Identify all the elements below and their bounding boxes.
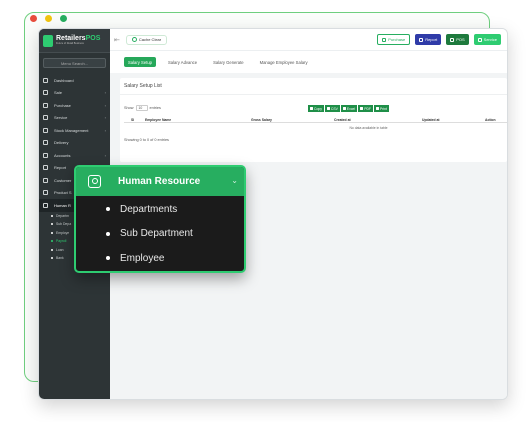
export-buttons: Copy CSV Excel PDF Print — [308, 105, 389, 112]
bullet-icon — [51, 231, 53, 234]
chevron-down-icon[interactable]: ⌄ — [231, 176, 238, 185]
pagination-info: Showing 0 to 0 of 0 entries — [124, 138, 169, 142]
human-resource-header[interactable]: Human Resource ⌄ — [76, 167, 244, 196]
service-button[interactable]: Service — [473, 34, 501, 45]
bullet-icon — [51, 248, 53, 251]
print-button[interactable]: Print — [374, 105, 389, 112]
bag-icon — [382, 37, 387, 42]
human-resource-menu-popup: Human Resource ⌄ Departments Sub Departm… — [74, 165, 246, 273]
maximize-dot[interactable] — [60, 15, 67, 22]
bullet-icon — [51, 257, 53, 260]
sidebar-item-service[interactable]: Service › — [39, 112, 110, 125]
report-icon — [419, 37, 424, 42]
sidebar-item-stock-management[interactable]: Stock Management › — [39, 124, 110, 137]
column-header-employee-name[interactable]: Employee Name — [145, 118, 171, 122]
truck-icon — [43, 140, 48, 146]
bullet-icon — [106, 256, 110, 261]
column-header-sl[interactable]: Sl — [131, 118, 134, 122]
column-header-created-at[interactable]: Created at — [334, 118, 351, 122]
report-button[interactable]: Report — [415, 34, 442, 45]
table-header: Sl Employee Name Gross Salary Created at… — [124, 116, 507, 123]
sidebar-item-sale[interactable]: Sale › — [39, 87, 110, 100]
column-header-gross-salary[interactable]: Gross Salary — [251, 118, 272, 122]
popup-title: Human Resource — [118, 176, 201, 187]
menu-item-sub-department[interactable]: Sub Department — [76, 222, 244, 247]
users-icon — [43, 177, 48, 183]
logo[interactable]: RetailersPOS Future of Retail Business — [39, 29, 110, 53]
bullet-icon — [106, 207, 110, 212]
sidebar-item-purchase[interactable]: Purchase › — [39, 99, 110, 112]
report-icon — [43, 165, 48, 171]
entries-control: Show 10 entries — [124, 105, 161, 111]
menu-item-employee[interactable]: Employee — [76, 246, 244, 271]
copy-icon — [310, 107, 313, 110]
monitor-icon — [450, 37, 455, 42]
excel-icon — [342, 107, 346, 110]
menu-search-input[interactable]: Menu Search... — [43, 58, 106, 68]
pdf-icon — [360, 107, 364, 110]
person-icon — [43, 202, 48, 208]
purchase-button[interactable]: Purchase — [377, 34, 411, 45]
entries-select[interactable]: 10 — [135, 105, 148, 111]
cart-icon — [43, 90, 48, 96]
menu-item-departments[interactable]: Departments — [76, 197, 244, 222]
copy-button[interactable]: Copy — [308, 105, 324, 112]
column-header-updated-at[interactable]: Updated at — [422, 118, 440, 122]
bullet-icon — [51, 240, 53, 243]
print-icon — [376, 107, 379, 110]
card-title: Salary Setup List — [124, 83, 162, 89]
tab-salary-setup[interactable]: Salary Setup — [124, 57, 156, 67]
logo-icon — [43, 34, 53, 47]
sidebar-item-accounts[interactable]: Accounts › — [39, 149, 110, 162]
box-icon — [43, 127, 48, 133]
refresh-icon — [131, 37, 137, 42]
wrench-icon — [43, 115, 48, 121]
close-dot[interactable] — [30, 15, 37, 22]
divider — [120, 94, 507, 95]
cache-clear-button[interactable]: Cache Clear — [125, 34, 168, 45]
topbar: ⇤ Cache Clear Purchase Report POS Servic… — [110, 29, 507, 51]
tab-manage-employee-salary[interactable]: Manage Employee Salary — [256, 58, 312, 67]
chevron-right-icon: › — [104, 90, 106, 96]
excel-button[interactable]: Excel — [340, 105, 358, 112]
top-actions: Purchase Report POS Service — [377, 34, 501, 45]
bullet-icon — [51, 214, 53, 217]
person-icon — [88, 175, 101, 188]
bullet-icon — [51, 223, 53, 226]
bullet-icon — [106, 231, 110, 236]
chevron-right-icon: › — [104, 152, 106, 158]
pdf-button[interactable]: PDF — [358, 105, 373, 112]
pos-button[interactable]: POS — [446, 34, 469, 45]
sidebar-item-delivery[interactable]: Delivery — [39, 137, 110, 150]
product-icon — [43, 190, 48, 196]
column-header-action: Action — [485, 117, 496, 122]
chevron-right-icon: › — [104, 102, 106, 108]
logo-text: RetailersPOS — [56, 35, 101, 43]
window-controls — [30, 15, 67, 22]
logo-tagline: Future of Retail Business — [56, 42, 84, 46]
chevron-right-icon: › — [104, 115, 106, 121]
empty-table-message: No data available in table — [349, 126, 388, 130]
salary-setup-card: Salary Setup List Show 10 entries Copy C… — [120, 78, 507, 162]
sidebar-item-dashboard[interactable]: Dashboard — [39, 74, 110, 87]
home-icon — [43, 77, 48, 83]
csv-button[interactable]: CSV — [324, 105, 340, 112]
tab-salary-generate[interactable]: Salary Generate — [209, 58, 248, 67]
bag-icon — [43, 102, 48, 108]
chevron-right-icon: › — [104, 127, 106, 133]
minimize-dot[interactable] — [45, 15, 52, 22]
file-icon — [326, 107, 330, 110]
menu-toggle-icon[interactable]: ⇤ — [114, 36, 120, 44]
wallet-icon — [43, 152, 48, 158]
wrench-icon — [477, 37, 482, 42]
tab-bar: Salary Setup Salary Advance Salary Gener… — [110, 51, 507, 73]
tab-salary-advance[interactable]: Salary Advance — [164, 58, 201, 67]
